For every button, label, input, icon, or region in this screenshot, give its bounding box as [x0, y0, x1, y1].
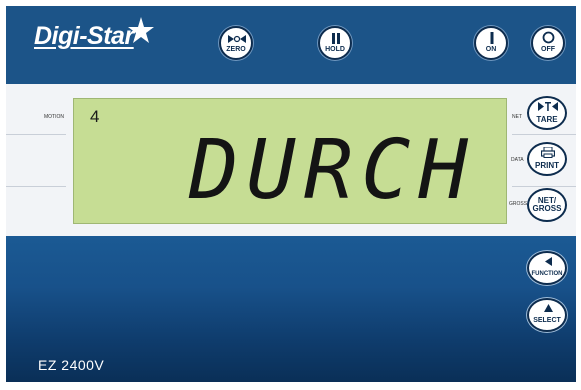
select-button[interactable]: SELECT — [527, 298, 567, 332]
scale-indicator-panel: Digi-Star ZERO HOLD ON OFF MOTION NET DA… — [0, 0, 581, 390]
power-on-icon — [490, 32, 494, 44]
up-arrow-icon — [544, 304, 553, 312]
hold-label: HOLD — [325, 46, 345, 53]
hold-button[interactable]: HOLD — [318, 26, 352, 60]
lcd-main-text: DURCH — [189, 123, 476, 218]
divider-right-top — [512, 134, 576, 135]
power-off-icon — [542, 31, 555, 44]
off-button[interactable]: OFF — [531, 26, 565, 60]
gross-indicator-label: GROSS — [509, 201, 528, 207]
off-label: OFF — [541, 46, 555, 53]
function-label: FUNCTION — [531, 271, 563, 277]
data-indicator-label: DATA — [511, 157, 524, 163]
on-label: ON — [485, 46, 497, 53]
tare-button[interactable]: TARE — [527, 96, 567, 130]
net-gross-button[interactable]: NET/ GROSS — [527, 188, 567, 222]
divider-right-bottom — [512, 186, 576, 187]
tare-arrows-icon — [538, 102, 558, 111]
print-button[interactable]: PRINT — [527, 142, 567, 176]
function-button[interactable]: FUNCTION — [527, 251, 567, 285]
brand-logo: Digi-Star — [34, 22, 134, 50]
gross-label: GROSS — [532, 204, 562, 213]
lcd-mode-number: 4 — [90, 107, 100, 126]
net-indicator-label: NET — [512, 114, 522, 120]
lcd-display: 4 DURCH — [73, 98, 507, 224]
select-label: SELECT — [533, 317, 561, 324]
divider-left-bottom — [6, 186, 66, 187]
star-logo-icon — [128, 17, 154, 43]
zero-arrows-icon — [228, 35, 246, 43]
on-button[interactable]: ON — [474, 26, 508, 60]
tare-label: TARE — [536, 115, 558, 124]
print-label: PRINT — [535, 161, 559, 170]
printer-icon — [541, 147, 555, 158]
divider-left-top — [6, 134, 66, 135]
pause-icon — [332, 33, 340, 44]
model-name: EZ 2400V — [38, 357, 105, 373]
zero-label: ZERO — [226, 46, 246, 53]
motion-indicator-label: MOTION — [44, 114, 64, 120]
left-arrow-icon — [545, 257, 552, 266]
zero-button[interactable]: ZERO — [219, 26, 253, 60]
